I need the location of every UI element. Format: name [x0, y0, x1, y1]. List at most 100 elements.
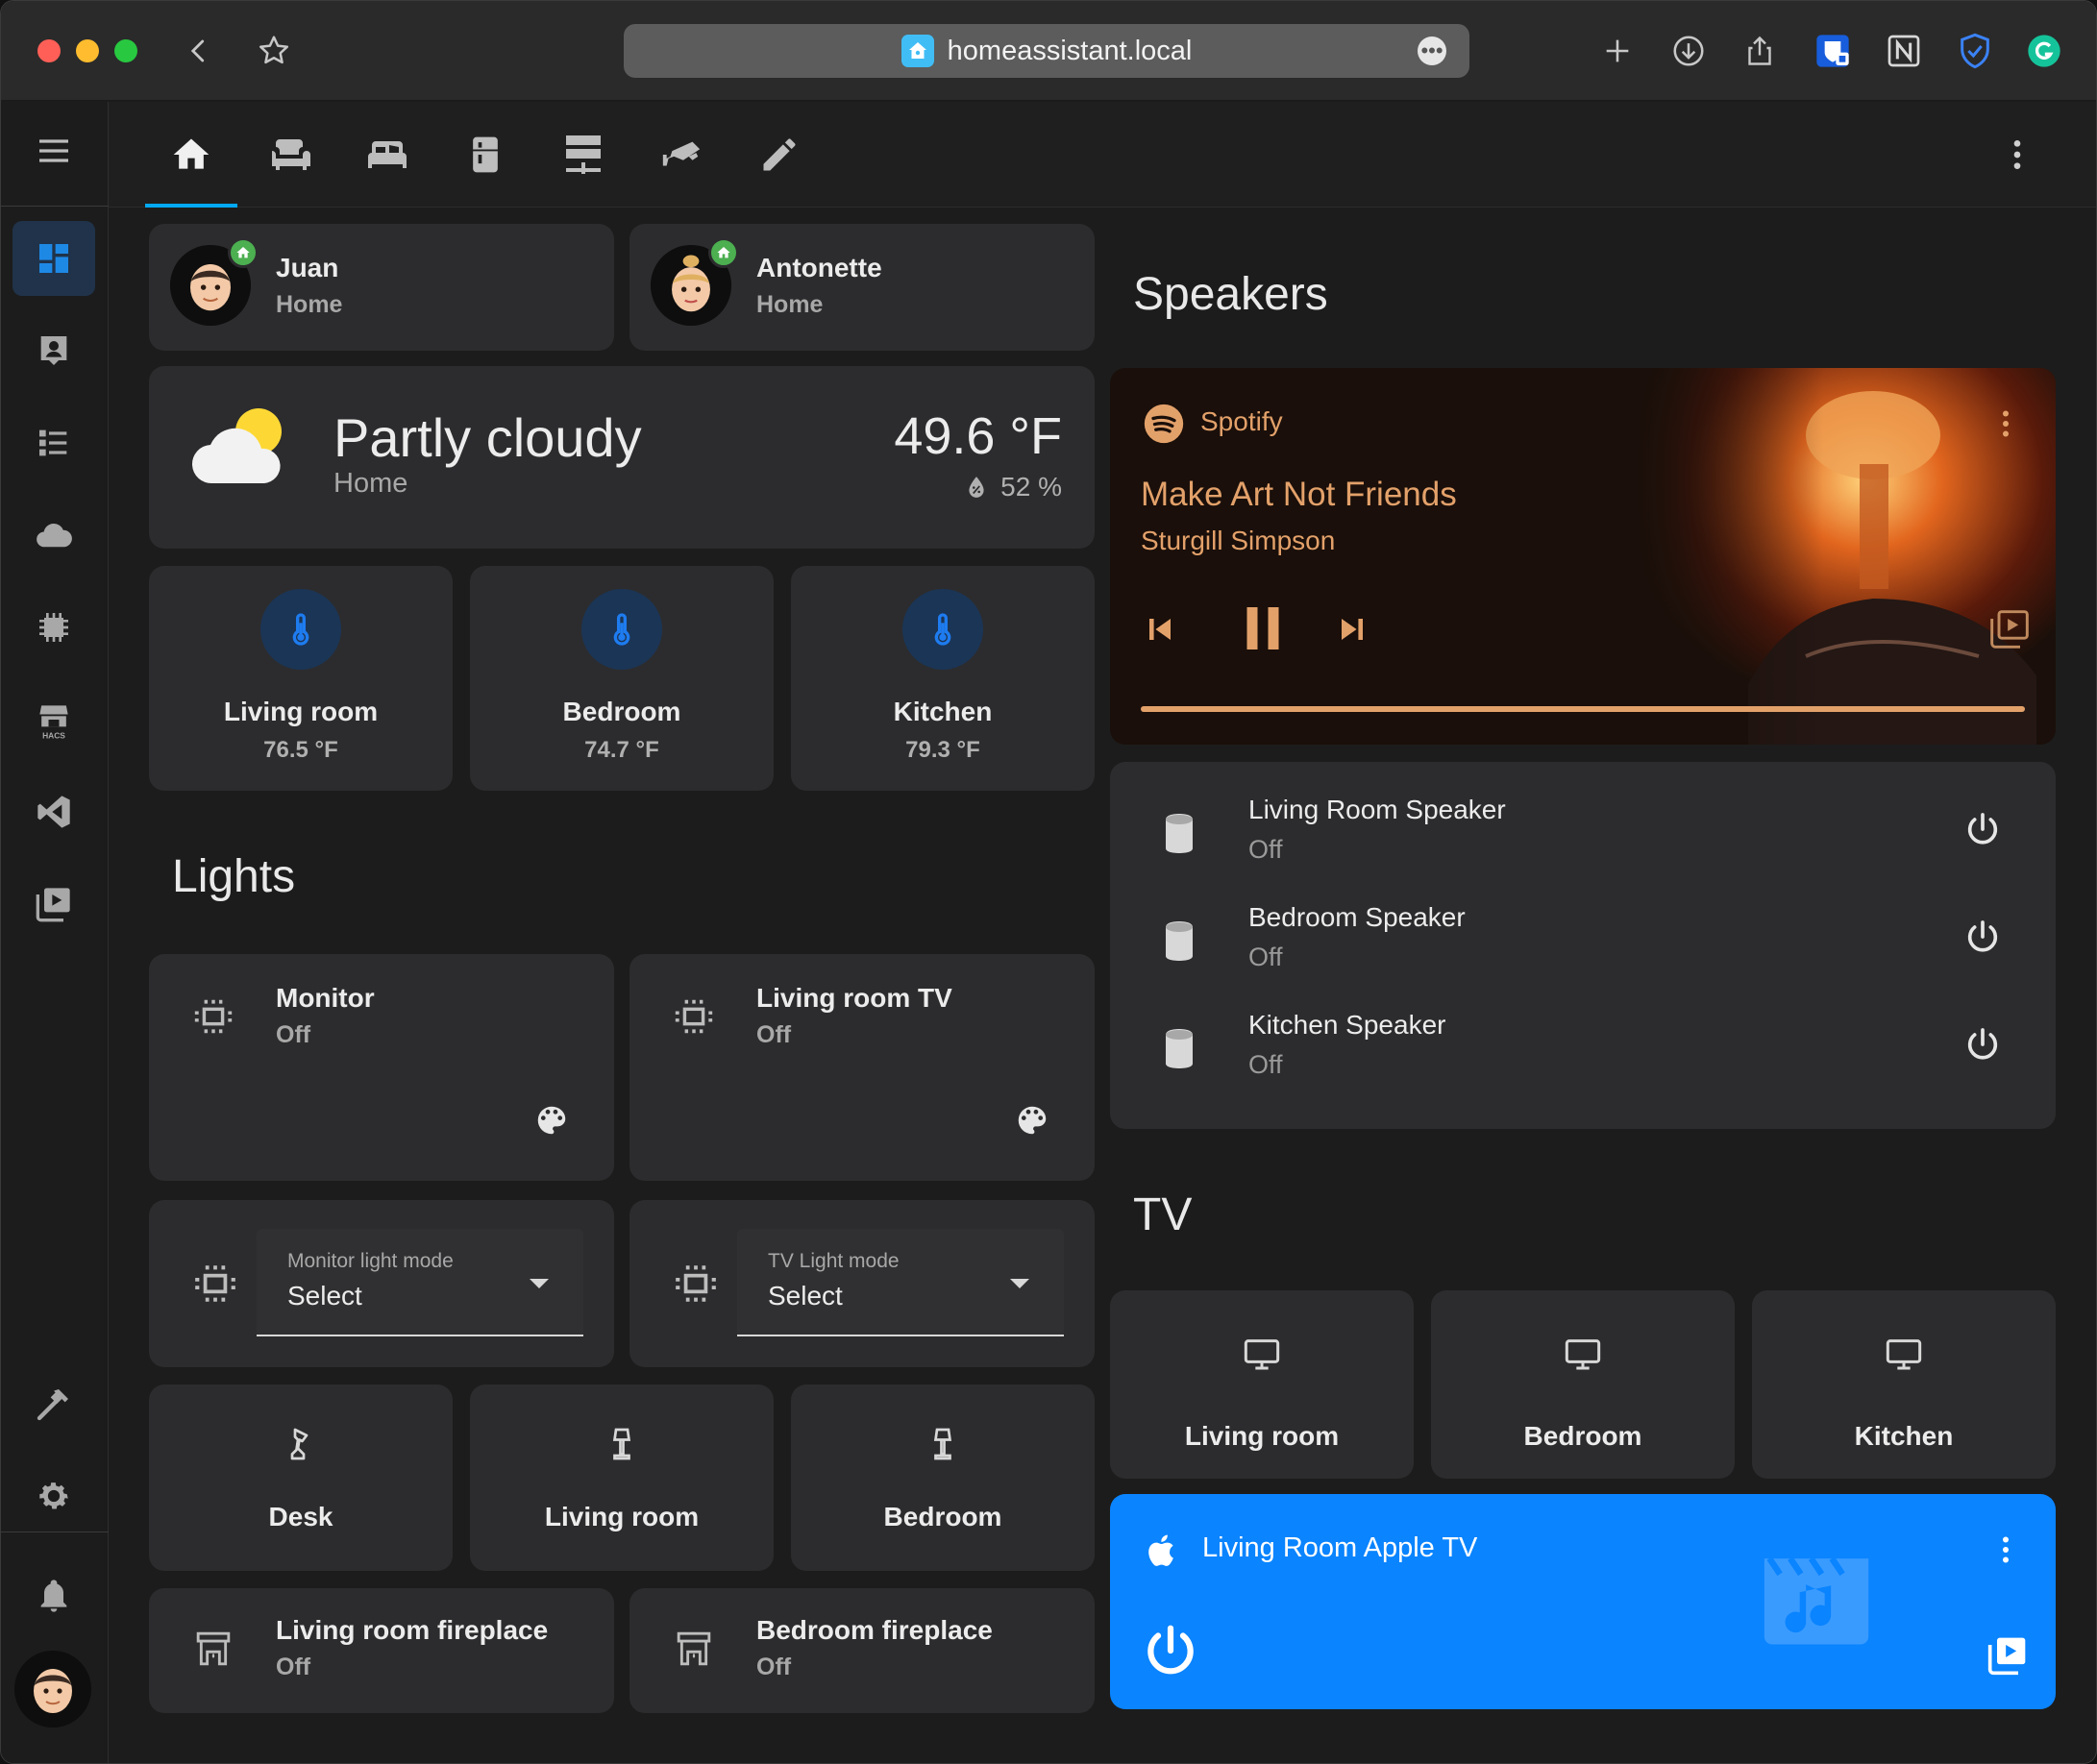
tab-cameras[interactable] — [635, 102, 728, 208]
select-card-monitor-light-mode: Monitor light mode Select — [149, 1200, 614, 1367]
sofa-icon — [272, 139, 310, 170]
new-tab-icon[interactable] — [1592, 26, 1642, 76]
speaker-row[interactable]: Bedroom Speaker Off — [1110, 889, 2056, 996]
speaker-row[interactable]: Kitchen Speaker Off — [1110, 996, 2056, 1104]
sidebar-item-media[interactable] — [12, 867, 95, 942]
sidebar-item-cloud[interactable] — [12, 498, 95, 573]
share-icon[interactable] — [1735, 26, 1785, 76]
sidebar-item-overview[interactable] — [12, 221, 95, 296]
sidebar-item-settings[interactable] — [12, 1458, 95, 1533]
water-percent-icon — [969, 477, 984, 498]
hacs-icon: HACS — [39, 705, 68, 740]
close-window-button[interactable] — [37, 39, 61, 62]
downloads-icon[interactable] — [1664, 26, 1714, 76]
speaker-row[interactable]: Living Room Speaker Off — [1110, 781, 2056, 889]
button-name: Living room — [544, 1502, 700, 1531]
select-label: Monitor light mode — [287, 1250, 454, 1272]
speaker-icon — [1162, 1025, 1197, 1076]
fireplace-tile-bedroom[interactable]: Bedroom fireplace Off — [629, 1588, 1095, 1713]
tv-light-mode-select[interactable]: TV Light mode Select — [737, 1229, 1064, 1336]
tv-button-bedroom[interactable]: Bedroom — [1431, 1290, 1735, 1479]
power-icon[interactable] — [1963, 1025, 2002, 1068]
sidebar-item-notifications[interactable] — [12, 1558, 95, 1633]
television-icon — [1564, 1335, 1602, 1378]
pause-icon[interactable] — [1231, 597, 1295, 665]
account-box-icon — [40, 336, 67, 365]
media-browse-icon[interactable] — [1988, 608, 2031, 655]
led-strip-icon — [191, 1260, 239, 1312]
power-icon[interactable] — [1963, 918, 2002, 961]
sidebar-item-map[interactable] — [12, 313, 95, 388]
sidebar-item-esphome[interactable] — [12, 590, 95, 665]
power-icon[interactable] — [1963, 810, 2002, 853]
palette-icon[interactable] — [533, 1102, 570, 1143]
palette-icon[interactable] — [1014, 1102, 1050, 1143]
tab-edit[interactable] — [733, 102, 826, 208]
media-progress-fill — [1141, 706, 2025, 712]
tile-value: 79.3 °F — [905, 737, 980, 763]
tab-home[interactable] — [145, 102, 237, 208]
weather-card[interactable]: Partly cloudy Home 49.6 °F 52 % — [149, 366, 1095, 549]
thermostat-tile-living-room[interactable]: Living room 76.5 °F — [149, 566, 453, 791]
address-bar[interactable]: homeassistant.local ••• — [624, 24, 1469, 78]
sidebar-item-vscode[interactable] — [12, 774, 95, 849]
person-state: Home — [756, 291, 824, 318]
thermostat-tile-kitchen[interactable]: Kitchen 79.3 °F — [791, 566, 1095, 791]
person-card-antonette[interactable]: Antonette Home — [629, 224, 1095, 351]
shield-extension-icon[interactable] — [1950, 26, 2000, 76]
light-button-bedroom[interactable]: Bedroom — [791, 1384, 1095, 1571]
previous-track-icon[interactable] — [1139, 608, 1181, 655]
minimize-window-button[interactable] — [76, 39, 99, 62]
dashboard-toolbar — [109, 102, 2096, 208]
media-browse-icon[interactable] — [1986, 1634, 2029, 1681]
tab-living-room[interactable] — [243, 102, 335, 208]
sidebar-item-developer-tools[interactable] — [12, 1366, 95, 1441]
tv-button-kitchen[interactable]: Kitchen — [1752, 1290, 2056, 1479]
back-icon[interactable] — [174, 26, 224, 76]
led-strip-icon — [191, 994, 235, 1043]
person-card-juan[interactable]: Juan Home — [149, 224, 614, 351]
home-icon — [173, 138, 210, 169]
dashboard-icon — [39, 244, 68, 273]
light-tile-living-room-tv[interactable]: Living room TV Off — [629, 954, 1095, 1181]
dashboard-menu-icon[interactable] — [1971, 102, 2063, 208]
user-avatar[interactable] — [14, 1651, 91, 1727]
tab-kitchen[interactable] — [439, 102, 531, 208]
fridge-icon — [473, 136, 498, 173]
weather-humidity: 52 % — [964, 472, 1062, 502]
thermostat-tile-bedroom[interactable]: Bedroom 74.7 °F — [470, 566, 774, 791]
page-menu-icon[interactable]: ••• — [1418, 37, 1446, 65]
tile-name: Kitchen — [893, 697, 993, 726]
sidebar-item-logbook[interactable] — [12, 405, 95, 480]
grammarly-extension-icon[interactable] — [2019, 26, 2069, 76]
more-vert-icon[interactable] — [1988, 406, 2023, 446]
fireplace-icon — [676, 1630, 712, 1672]
bookmark-star-icon[interactable] — [249, 26, 299, 76]
button-name: Desk — [268, 1502, 333, 1531]
sidebar-item-hacs[interactable]: HACS — [12, 682, 95, 757]
monitor-light-mode-select[interactable]: Monitor light mode Select — [257, 1229, 583, 1336]
media-progress-track[interactable] — [1141, 706, 2025, 712]
cctv-icon — [662, 141, 701, 166]
fireplace-tile-living-room[interactable]: Living room fireplace Off — [149, 1588, 614, 1713]
spotify-icon — [1143, 403, 1185, 450]
speakers-section-title: Speakers — [1133, 269, 1328, 320]
light-button-desk[interactable]: Desk — [149, 1384, 453, 1571]
button-name: Kitchen — [1854, 1421, 1954, 1451]
lights-section-title: Lights — [172, 851, 296, 902]
power-icon[interactable] — [1141, 1621, 1200, 1685]
bitwarden-extension-icon[interactable] — [1808, 26, 1858, 76]
fireplace-state: Off — [756, 1654, 792, 1680]
tv-section-title: TV — [1133, 1189, 1193, 1240]
person-name: Antonette — [756, 253, 882, 282]
notion-extension-icon[interactable] — [1879, 26, 1929, 76]
next-track-icon[interactable] — [1331, 608, 1373, 655]
zoom-window-button[interactable] — [114, 39, 137, 62]
tab-servers[interactable] — [537, 102, 629, 208]
tv-button-living-room[interactable]: Living room — [1110, 1290, 1414, 1479]
more-vert-icon[interactable] — [1988, 1532, 2023, 1572]
menu-icon[interactable] — [12, 113, 95, 188]
light-button-living-room[interactable]: Living room — [470, 1384, 774, 1571]
light-tile-monitor[interactable]: Monitor Off — [149, 954, 614, 1181]
tab-bedroom[interactable] — [341, 102, 433, 208]
